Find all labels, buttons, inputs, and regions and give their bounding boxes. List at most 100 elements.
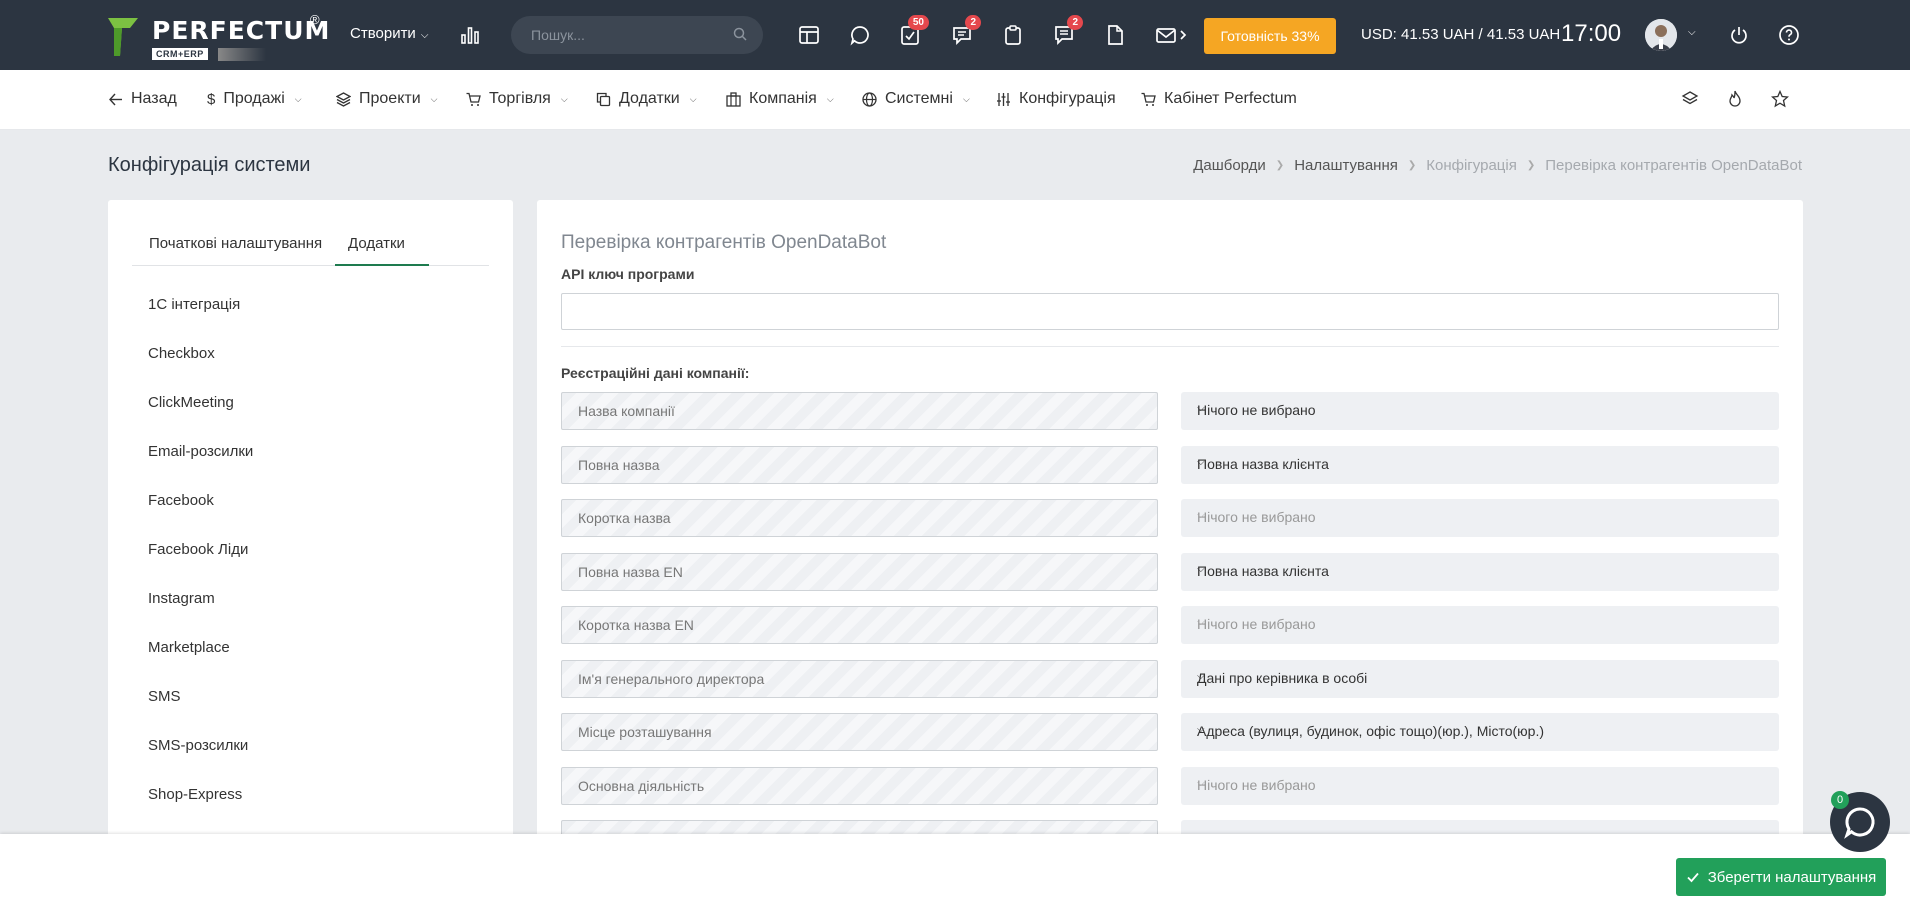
nav-addons[interactable]: Додатки ⌵ bbox=[596, 90, 697, 108]
select-short-name-en[interactable]: Нічого не вибрано ⌵ bbox=[1181, 606, 1779, 644]
nav-system[interactable]: Системні ⌵ bbox=[862, 90, 970, 108]
bar-chart-icon[interactable] bbox=[460, 25, 480, 45]
chevron-down-icon: ⌵ bbox=[962, 93, 970, 104]
sidebar-item-1c[interactable]: 1С інтеграція bbox=[148, 296, 240, 313]
divider bbox=[561, 346, 1779, 347]
mail-menu-icon[interactable] bbox=[1155, 24, 1189, 46]
chevron-right-icon: ❯ bbox=[1526, 160, 1536, 171]
select-full-name[interactable]: Повна назва клієнта ⌵ bbox=[1181, 446, 1779, 484]
settings-tabs: Початкові налаштування Додатки bbox=[132, 223, 489, 266]
sidebar-item-facebook-leads[interactable]: Facebook Ліди bbox=[148, 541, 248, 558]
select-main-activity[interactable]: Нічого не вибрано ⌵ bbox=[1181, 767, 1779, 805]
nav-sales[interactable]: $ Продажі ⌵ bbox=[207, 90, 302, 108]
chevron-down-icon: ⌵ bbox=[1197, 671, 1205, 682]
select-short-name[interactable]: Нічого не вибрано ⌵ bbox=[1181, 499, 1779, 537]
messages-button[interactable]: 2 bbox=[1053, 15, 1083, 46]
power-icon[interactable] bbox=[1728, 24, 1750, 46]
logo-subtitle: CRM+ERP bbox=[152, 48, 208, 60]
save-label: Зберегти налаштування bbox=[1707, 868, 1877, 886]
nav-projects[interactable]: Проекти ⌵ bbox=[336, 90, 437, 108]
chevron-down-icon: ⌵ bbox=[294, 93, 302, 104]
nav-config[interactable]: Конфігурація bbox=[996, 90, 1116, 108]
clock: 17:00 bbox=[1561, 20, 1622, 47]
sliders-icon bbox=[997, 92, 1010, 106]
layers-icon[interactable] bbox=[1681, 90, 1699, 108]
perfectum-logo[interactable]: PERFECTUM ® CRM+ERP bbox=[108, 12, 329, 61]
nav-cabinet[interactable]: Кабінет Perfectum bbox=[1141, 90, 1297, 108]
sidebar-item-shop-express[interactable]: Shop-Express bbox=[148, 786, 242, 803]
sidebar-item-facebook[interactable]: Facebook bbox=[148, 492, 214, 509]
chevron-down-icon: ⌵ bbox=[689, 93, 697, 104]
field-label: Назва компанії bbox=[578, 403, 675, 419]
sidebar-item-checkbox[interactable]: Checkbox bbox=[148, 345, 215, 362]
document-icon[interactable] bbox=[1104, 24, 1126, 46]
tab-initial-settings[interactable]: Початкові налаштування bbox=[149, 235, 322, 252]
nav-projects-label: Проекти bbox=[359, 90, 421, 107]
select-ceo-name[interactable]: Дані про керівника в особі ⌵ bbox=[1181, 660, 1779, 698]
layers-icon bbox=[336, 91, 351, 107]
select-company-name[interactable]: Нічого не вибрано ⌵ bbox=[1181, 392, 1779, 430]
check-icon bbox=[1687, 872, 1699, 883]
sidebar-item-instagram[interactable]: Instagram bbox=[148, 590, 215, 607]
sidebar-item-marketplace[interactable]: Marketplace bbox=[148, 639, 230, 656]
clipboard-icon[interactable] bbox=[1002, 24, 1024, 46]
nav-sales-label: Продажі bbox=[223, 90, 285, 107]
create-label: Створити bbox=[350, 25, 416, 42]
nav-trade[interactable]: Торгівля ⌵ bbox=[466, 90, 568, 108]
readiness-button[interactable]: Готовність 33% bbox=[1204, 18, 1336, 54]
chevron-down-icon: ⌵ bbox=[1197, 617, 1205, 628]
search-box bbox=[511, 16, 763, 54]
create-menu-button[interactable]: Створити ⌵ bbox=[350, 25, 428, 42]
field-label: Повна назва EN bbox=[578, 564, 683, 580]
chevron-down-icon: ⌵ bbox=[1197, 510, 1205, 521]
section-title: Перевірка контрагентів OpenDataBot bbox=[561, 232, 887, 253]
globe-icon bbox=[862, 91, 877, 107]
select-full-name-en[interactable]: Повна назва клієнта ⌵ bbox=[1181, 553, 1779, 591]
breadcrumb-configuration[interactable]: Конфігурація bbox=[1426, 157, 1517, 174]
chats-button[interactable]: 2 bbox=[951, 15, 981, 46]
chevron-down-icon: ⌵ bbox=[826, 93, 834, 104]
chevron-down-icon: ⌵ bbox=[1197, 457, 1205, 468]
page-title: Конфігурація системи bbox=[108, 154, 311, 176]
nav-company-label: Компанія bbox=[749, 90, 817, 107]
search-input[interactable] bbox=[531, 25, 721, 45]
api-key-input[interactable] bbox=[561, 293, 1779, 330]
chevron-down-icon[interactable]: ⌵ bbox=[1688, 27, 1696, 38]
chevron-down-icon: ⌵ bbox=[560, 93, 568, 104]
nav-company[interactable]: Компанія ⌵ bbox=[726, 90, 834, 108]
currency-rate: USD: 41.53 UAH / 41.53 UAH bbox=[1361, 26, 1561, 43]
logo-registered: ® bbox=[310, 12, 320, 27]
save-settings-button[interactable]: Зберегти налаштування bbox=[1676, 858, 1886, 896]
calendar-table-icon[interactable] bbox=[798, 24, 820, 46]
sidebar-item-clickmeeting[interactable]: ClickMeeting bbox=[148, 394, 234, 411]
breadcrumb-dashboards[interactable]: Дашборди bbox=[1193, 157, 1266, 174]
settings-sidebar: Початкові налаштування Додатки 1С інтегр… bbox=[108, 200, 513, 840]
active-tab-indicator bbox=[335, 264, 429, 266]
field-full-name: Повна назва bbox=[561, 446, 1158, 484]
breadcrumb-settings[interactable]: Налаштування bbox=[1294, 157, 1398, 174]
tasks-button[interactable]: 50 bbox=[899, 15, 929, 46]
star-icon[interactable] bbox=[1771, 90, 1789, 108]
tab-addons[interactable]: Додатки bbox=[348, 235, 405, 252]
sidebar-item-email[interactable]: Email-розсилки bbox=[148, 443, 253, 460]
sidebar-item-sms[interactable]: SMS bbox=[148, 688, 181, 705]
copy-icon bbox=[596, 92, 611, 106]
sidebar-item-sms-mailing[interactable]: SMS-розсилки bbox=[148, 737, 248, 754]
search-icon[interactable] bbox=[733, 27, 747, 41]
select-location[interactable]: Адреса (вулиця, будинок, офіс тощо)(юр.)… bbox=[1181, 713, 1779, 751]
breadcrumb: Дашборди ❯ Налаштування ❯ Конфігурація ❯… bbox=[1193, 157, 1802, 174]
chevron-right-icon: ❯ bbox=[1407, 160, 1417, 171]
main-navigation: Назад $ Продажі ⌵ Проекти ⌵ Торгівля ⌵ Дода… bbox=[0, 70, 1910, 130]
help-icon[interactable] bbox=[1778, 24, 1800, 46]
avatar[interactable] bbox=[1645, 19, 1677, 51]
field-label: Місце розташування bbox=[578, 724, 712, 740]
field-label: Коротка назва EN bbox=[578, 617, 694, 633]
chat-bubble-icon[interactable] bbox=[849, 24, 871, 46]
field-label: Основна діяльність bbox=[578, 778, 705, 794]
registration-data-label: Реєстраційні дані компанії: bbox=[561, 365, 750, 381]
chevron-down-icon: ⌵ bbox=[1197, 778, 1205, 789]
flame-icon[interactable] bbox=[1726, 90, 1744, 108]
chevron-right-icon: ❯ bbox=[1275, 160, 1285, 171]
nav-system-label: Системні bbox=[885, 90, 953, 107]
nav-back[interactable]: Назад bbox=[108, 90, 177, 108]
